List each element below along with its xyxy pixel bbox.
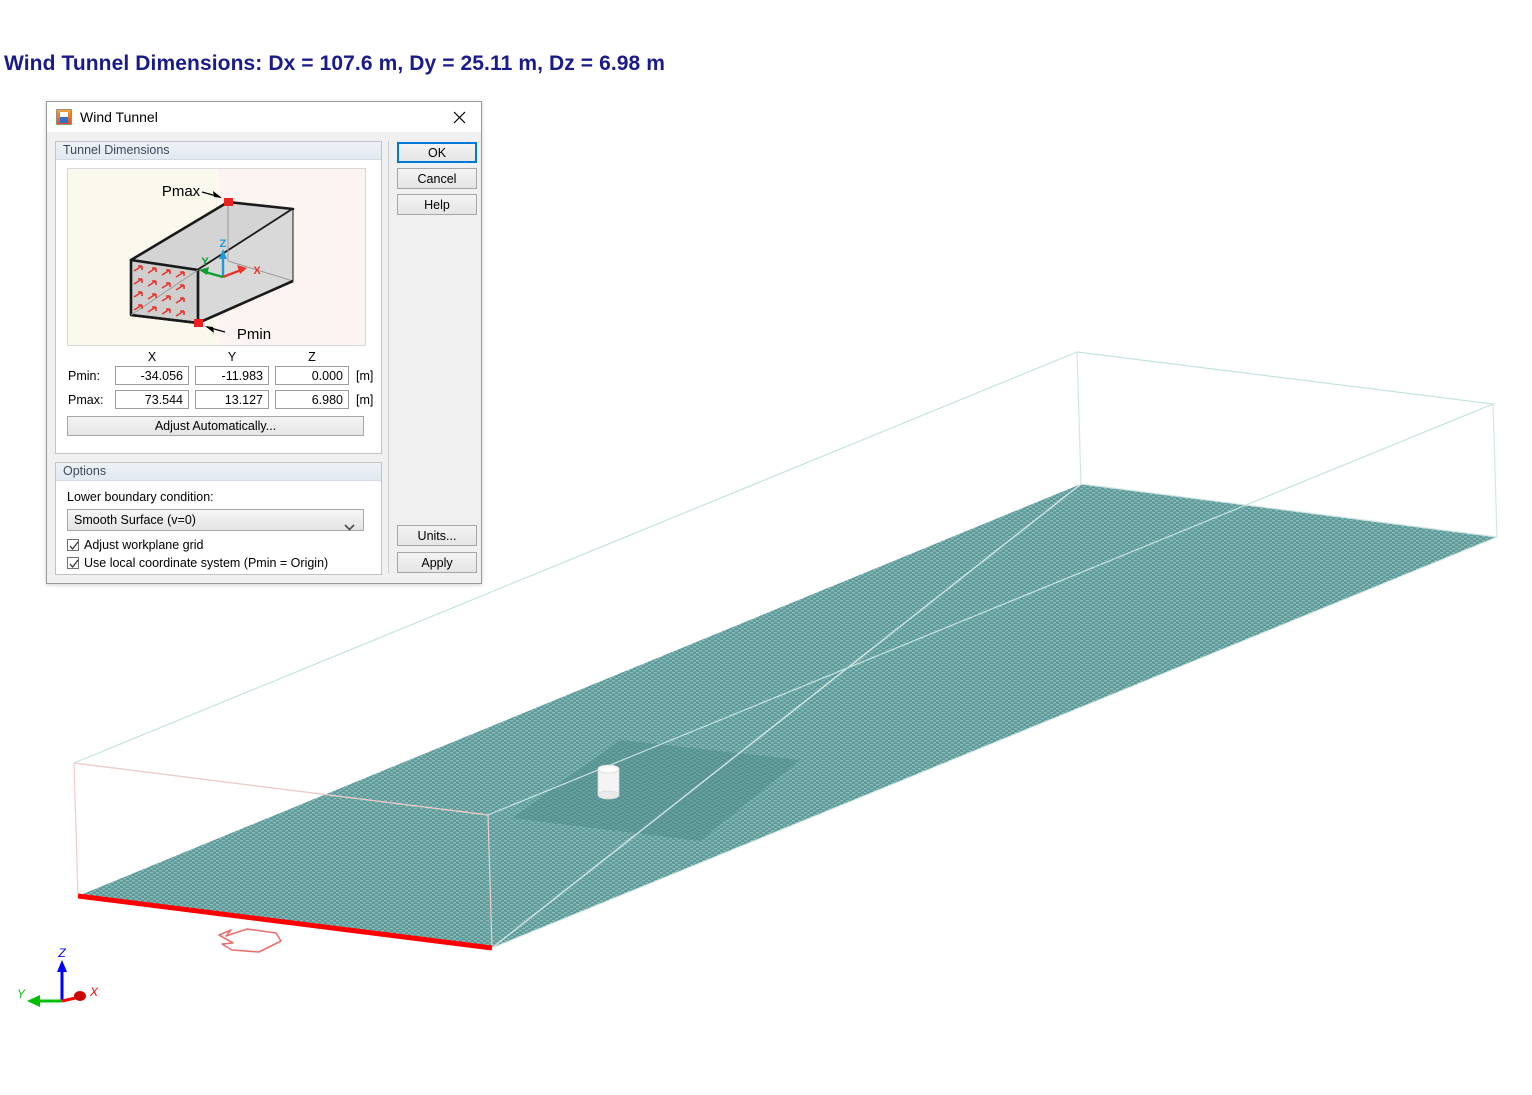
pic-axis-z-label: Z — [220, 238, 227, 250]
help-button[interactable]: Help — [397, 194, 477, 215]
column-header-z: Z — [308, 350, 316, 364]
units-button[interactable]: Units... — [397, 525, 477, 546]
axis-y-label: Y — [17, 987, 26, 1001]
tunnel-vertical-edge-far-left — [1076, 351, 1082, 485]
boundary-condition-value: Smooth Surface (v=0) — [74, 513, 196, 527]
column-header-y: Y — [227, 350, 237, 364]
group-tunnel-dimensions-label: Tunnel Dimensions — [56, 142, 381, 160]
pmax-marker — [224, 198, 233, 206]
pmin-marker — [194, 319, 203, 327]
checkbox-adjust-workplane-grid[interactable]: Adjust workplane grid — [67, 538, 204, 552]
group-options-label: Options — [56, 463, 381, 481]
ok-button[interactable]: OK — [397, 142, 477, 163]
tunnel-vertical-edge-near-left — [73, 762, 79, 897]
pmin-row-label: Pmin: — [68, 369, 100, 383]
pmax-label: Pmax — [162, 183, 201, 200]
boundary-condition-select[interactable]: Smooth Surface (v=0) — [67, 509, 364, 531]
tunnel-illustration: Z Y X Pmax Pmin — [67, 168, 366, 346]
boundary-condition-label: Lower boundary condition: — [67, 490, 214, 504]
building-model — [597, 764, 620, 800]
pmin-label: Pmin — [237, 326, 271, 343]
axis-z-label: Z — [57, 946, 66, 960]
pic-axis-x-label: X — [253, 265, 261, 277]
adjust-automatically-button[interactable]: Adjust Automatically... — [67, 416, 364, 436]
group-tunnel-dimensions: Tunnel Dimensions Z Y X Pmax Pmin X Y Z … — [55, 141, 382, 454]
tunnel-vertical-edge-far-right — [1492, 403, 1498, 538]
column-header-x: X — [147, 350, 157, 364]
checkbox-box — [67, 539, 79, 551]
chevron-down-icon — [344, 517, 355, 537]
page-title: Wind Tunnel Dimensions: Dx = 107.6 m, Dy… — [4, 52, 666, 75]
axis-x-arrow — [74, 991, 86, 1001]
axis-y-arrow — [27, 995, 40, 1007]
pmax-y-field[interactable]: 13.127 — [195, 390, 269, 409]
checkbox-box — [67, 557, 79, 569]
app-icon — [56, 109, 72, 125]
wind-direction-arrow-icon — [218, 928, 282, 953]
pmax-x-field[interactable]: 73.544 — [115, 390, 189, 409]
pmin-z-field[interactable]: 0.000 — [275, 366, 349, 385]
axis-x-label: X — [89, 985, 99, 999]
checkbox-adjust-workplane-grid-label: Adjust workplane grid — [84, 538, 204, 552]
pmin-y-field[interactable]: -11.983 — [195, 366, 269, 385]
pmin-x-field[interactable]: -34.056 — [115, 366, 189, 385]
dialog-title: Wind Tunnel — [80, 109, 158, 125]
pic-axis-y-label: Y — [201, 256, 209, 268]
axis-z-arrow — [57, 960, 67, 972]
button-panel-separator — [388, 141, 389, 573]
pmin-unit: [m] — [356, 369, 374, 383]
cancel-button[interactable]: Cancel — [397, 168, 477, 189]
app-root: Wind Tunnel Dimensions: Dx = 107.6 m, Dy… — [0, 0, 1532, 1095]
wind-tunnel-dialog[interactable]: Wind Tunnel Tunnel Dimensions Z Y X Pmax… — [46, 101, 482, 584]
checkbox-use-local-coordinate-system-label: Use local coordinate system (Pmin = Orig… — [84, 556, 329, 570]
apply-button[interactable]: Apply — [397, 552, 477, 573]
group-options: Options Lower boundary condition: Smooth… — [55, 462, 382, 575]
dialog-titlebar[interactable]: Wind Tunnel — [47, 102, 481, 132]
pmax-row-label: Pmax: — [68, 393, 104, 407]
pmax-z-field[interactable]: 6.980 — [275, 390, 349, 409]
axis-triad: Z Y X — [14, 944, 110, 1016]
pmax-unit: [m] — [356, 393, 374, 407]
checkbox-use-local-coordinate-system[interactable]: Use local coordinate system (Pmin = Orig… — [67, 556, 328, 570]
close-icon[interactable] — [437, 102, 481, 132]
